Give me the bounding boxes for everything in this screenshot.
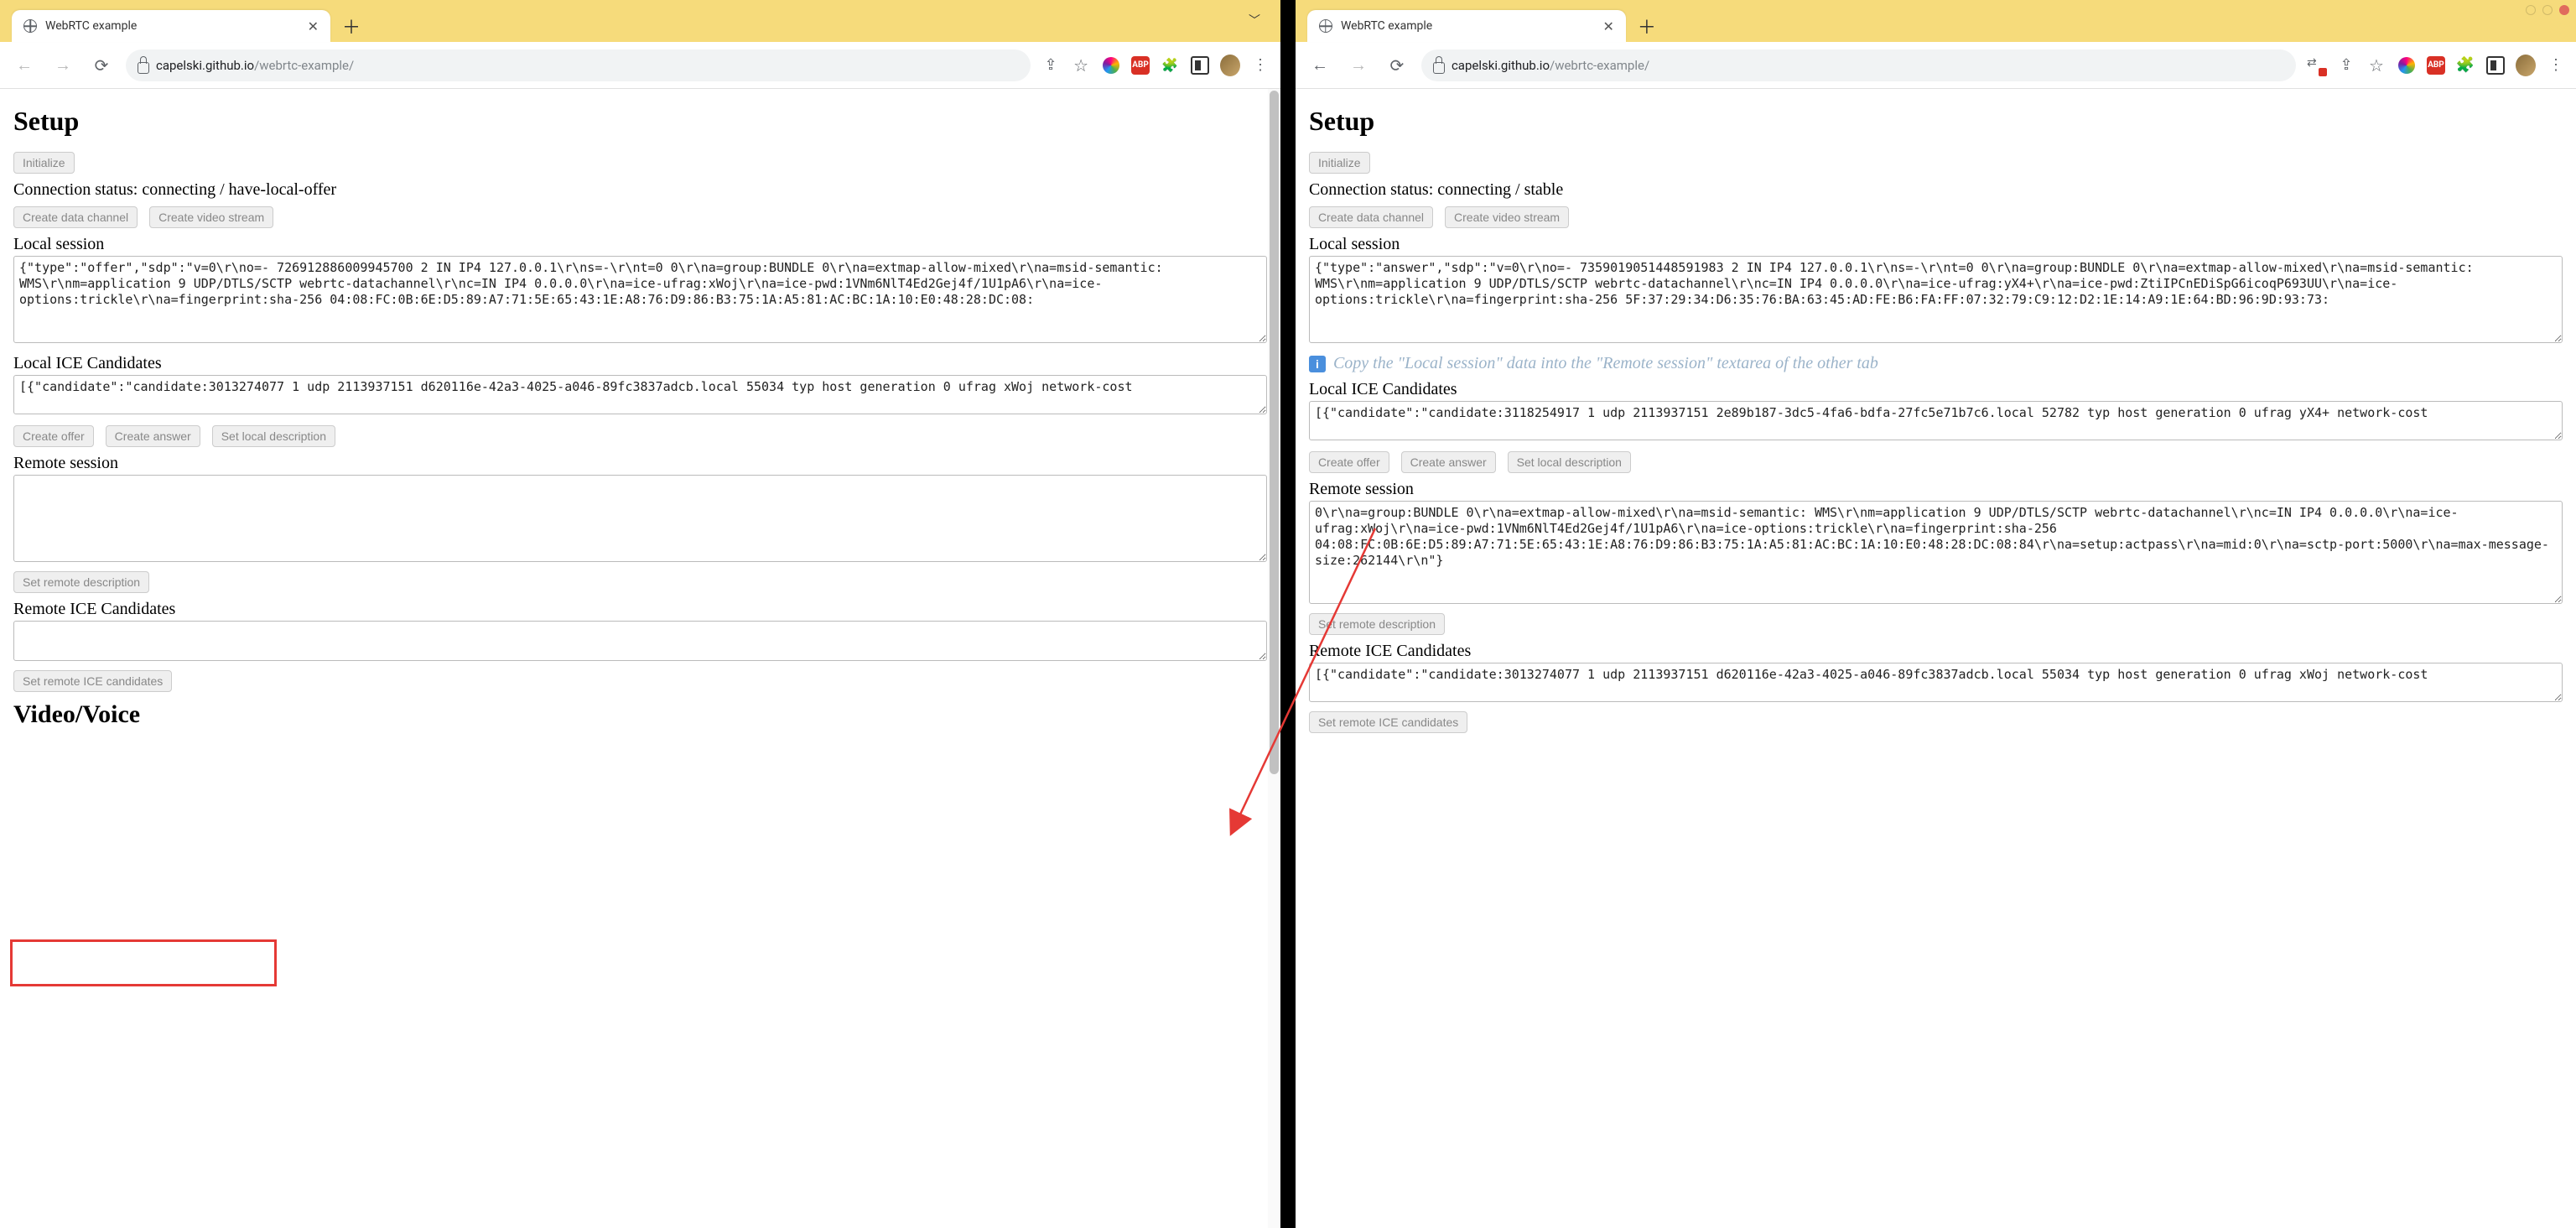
address-bar[interactable]: capelski.github.io/webrtc-example/ xyxy=(1421,49,2296,81)
connection-status: Connection status: connecting / stable xyxy=(1309,180,2563,200)
setup-heading: Setup xyxy=(1309,106,2563,137)
forward-button[interactable]: → xyxy=(49,51,77,80)
remote-ice-label: Remote ICE Candidates xyxy=(13,600,1267,619)
page-content: Setup Initialize Connection status: conn… xyxy=(0,89,1280,752)
lock-icon xyxy=(1433,62,1445,74)
globe-icon xyxy=(1319,19,1332,33)
copy-hint: i Copy the "Local session" data into the… xyxy=(1309,354,2563,373)
create-video-stream-button[interactable]: Create video stream xyxy=(1445,206,1569,228)
translate-error-icon[interactable] xyxy=(2306,55,2326,75)
menu-icon[interactable]: ⋮ xyxy=(2546,55,2566,75)
extensions-icon[interactable]: 🧩 xyxy=(1160,55,1180,75)
pane-divider xyxy=(1280,0,1296,1228)
browser-tab[interactable]: WebRTC example ✕ xyxy=(12,10,330,42)
profile-avatar[interactable] xyxy=(2516,55,2536,75)
share-icon[interactable]: ⇪ xyxy=(2336,55,2356,75)
set-remote-ice-button[interactable]: Set remote ICE candidates xyxy=(1309,711,1467,733)
globe-icon xyxy=(23,19,37,33)
video-voice-heading: Video/Voice xyxy=(13,700,1267,729)
adblock-icon[interactable]: ABP xyxy=(1131,56,1150,75)
extension-rainbow-icon[interactable] xyxy=(1101,55,1121,75)
profile-avatar[interactable] xyxy=(1220,55,1240,75)
initialize-button[interactable]: Initialize xyxy=(13,152,75,174)
remote-session-textarea[interactable] xyxy=(1309,501,2563,604)
local-ice-textarea[interactable] xyxy=(1309,401,2563,441)
tab-strip: WebRTC example ✕ ＋ xyxy=(1296,0,2576,42)
forward-button[interactable]: → xyxy=(1344,51,1373,80)
local-session-textarea[interactable] xyxy=(13,256,1267,343)
extension-rainbow-icon[interactable] xyxy=(2397,55,2417,75)
create-answer-button[interactable]: Create answer xyxy=(106,425,200,447)
set-remote-description-button[interactable]: Set remote description xyxy=(13,571,149,593)
bookmark-icon[interactable]: ☆ xyxy=(2366,55,2386,75)
bookmark-icon[interactable]: ☆ xyxy=(1071,55,1091,75)
scrollbar[interactable] xyxy=(1268,89,1280,1228)
local-session-textarea[interactable] xyxy=(1309,256,2563,343)
browser-toolbar: ← → ⟳ capelski.github.io/webrtc-example/… xyxy=(0,42,1280,89)
local-session-label: Local session xyxy=(1309,235,2563,254)
back-button[interactable]: ← xyxy=(1306,51,1334,80)
create-data-channel-button[interactable]: Create data channel xyxy=(1309,206,1433,228)
left-pane: WebRTC example ✕ ＋ ﹀ ← → ⟳ capelski.gith… xyxy=(0,0,1280,1228)
close-icon[interactable]: ✕ xyxy=(308,18,319,34)
page-content: Setup Initialize Connection status: conn… xyxy=(1296,89,2576,747)
menu-icon[interactable]: ⋮ xyxy=(1250,55,1270,75)
back-button[interactable]: ← xyxy=(10,51,39,80)
tabs-overflow-icon[interactable]: ﹀ xyxy=(1240,7,1269,34)
connection-status: Connection status: connecting / have-loc… xyxy=(13,180,1267,200)
tab-title: WebRTC example xyxy=(45,19,137,33)
local-ice-textarea[interactable] xyxy=(13,375,1267,415)
remote-session-label: Remote session xyxy=(1309,480,2563,499)
url-host: capelski.github.io xyxy=(1452,58,1550,73)
create-video-stream-button[interactable]: Create video stream xyxy=(149,206,273,228)
create-offer-button[interactable]: Create offer xyxy=(13,425,94,447)
local-ice-label: Local ICE Candidates xyxy=(13,354,1267,373)
new-tab-button[interactable]: ＋ xyxy=(339,13,364,39)
tab-strip: WebRTC example ✕ ＋ ﹀ xyxy=(0,0,1280,42)
share-icon[interactable]: ⇪ xyxy=(1041,55,1061,75)
initialize-button[interactable]: Initialize xyxy=(1309,152,1370,174)
tab-title: WebRTC example xyxy=(1341,19,1432,33)
set-local-description-button[interactable]: Set local description xyxy=(212,425,335,447)
window-controls[interactable] xyxy=(2526,5,2569,15)
set-remote-ice-button[interactable]: Set remote ICE candidates xyxy=(13,670,172,692)
local-session-label: Local session xyxy=(13,235,1267,254)
remote-ice-textarea[interactable] xyxy=(13,621,1267,661)
reading-list-icon[interactable] xyxy=(2485,55,2506,75)
browser-tab[interactable]: WebRTC example ✕ xyxy=(1307,10,1626,42)
create-data-channel-button[interactable]: Create data channel xyxy=(13,206,138,228)
remote-session-textarea[interactable] xyxy=(13,475,1267,562)
right-pane: WebRTC example ✕ ＋ ← → ⟳ capelski.github… xyxy=(1296,0,2576,1228)
local-ice-label: Local ICE Candidates xyxy=(1309,380,2563,399)
info-icon: i xyxy=(1309,356,1326,372)
setup-heading: Setup xyxy=(13,106,1267,137)
remote-ice-label: Remote ICE Candidates xyxy=(1309,642,2563,661)
reload-button[interactable]: ⟳ xyxy=(87,51,116,80)
lock-icon xyxy=(138,62,149,74)
url-path: /webrtc-example/ xyxy=(1550,58,1649,73)
reload-button[interactable]: ⟳ xyxy=(1383,51,1411,80)
remote-session-label: Remote session xyxy=(13,454,1267,473)
url-path: /webrtc-example/ xyxy=(254,58,354,73)
browser-toolbar: ← → ⟳ capelski.github.io/webrtc-example/… xyxy=(1296,42,2576,89)
create-offer-button[interactable]: Create offer xyxy=(1309,451,1389,473)
extensions-icon[interactable]: 🧩 xyxy=(2455,55,2475,75)
remote-ice-textarea[interactable] xyxy=(1309,663,2563,703)
set-local-description-button[interactable]: Set local description xyxy=(1508,451,1631,473)
new-tab-button[interactable]: ＋ xyxy=(1634,13,1659,39)
set-remote-description-button[interactable]: Set remote description xyxy=(1309,613,1445,635)
adblock-icon[interactable]: ABP xyxy=(2427,56,2445,75)
create-answer-button[interactable]: Create answer xyxy=(1401,451,1496,473)
url-host: capelski.github.io xyxy=(156,58,254,73)
reading-list-icon[interactable] xyxy=(1190,55,1210,75)
close-icon[interactable]: ✕ xyxy=(1603,18,1614,34)
address-bar[interactable]: capelski.github.io/webrtc-example/ xyxy=(126,49,1031,81)
